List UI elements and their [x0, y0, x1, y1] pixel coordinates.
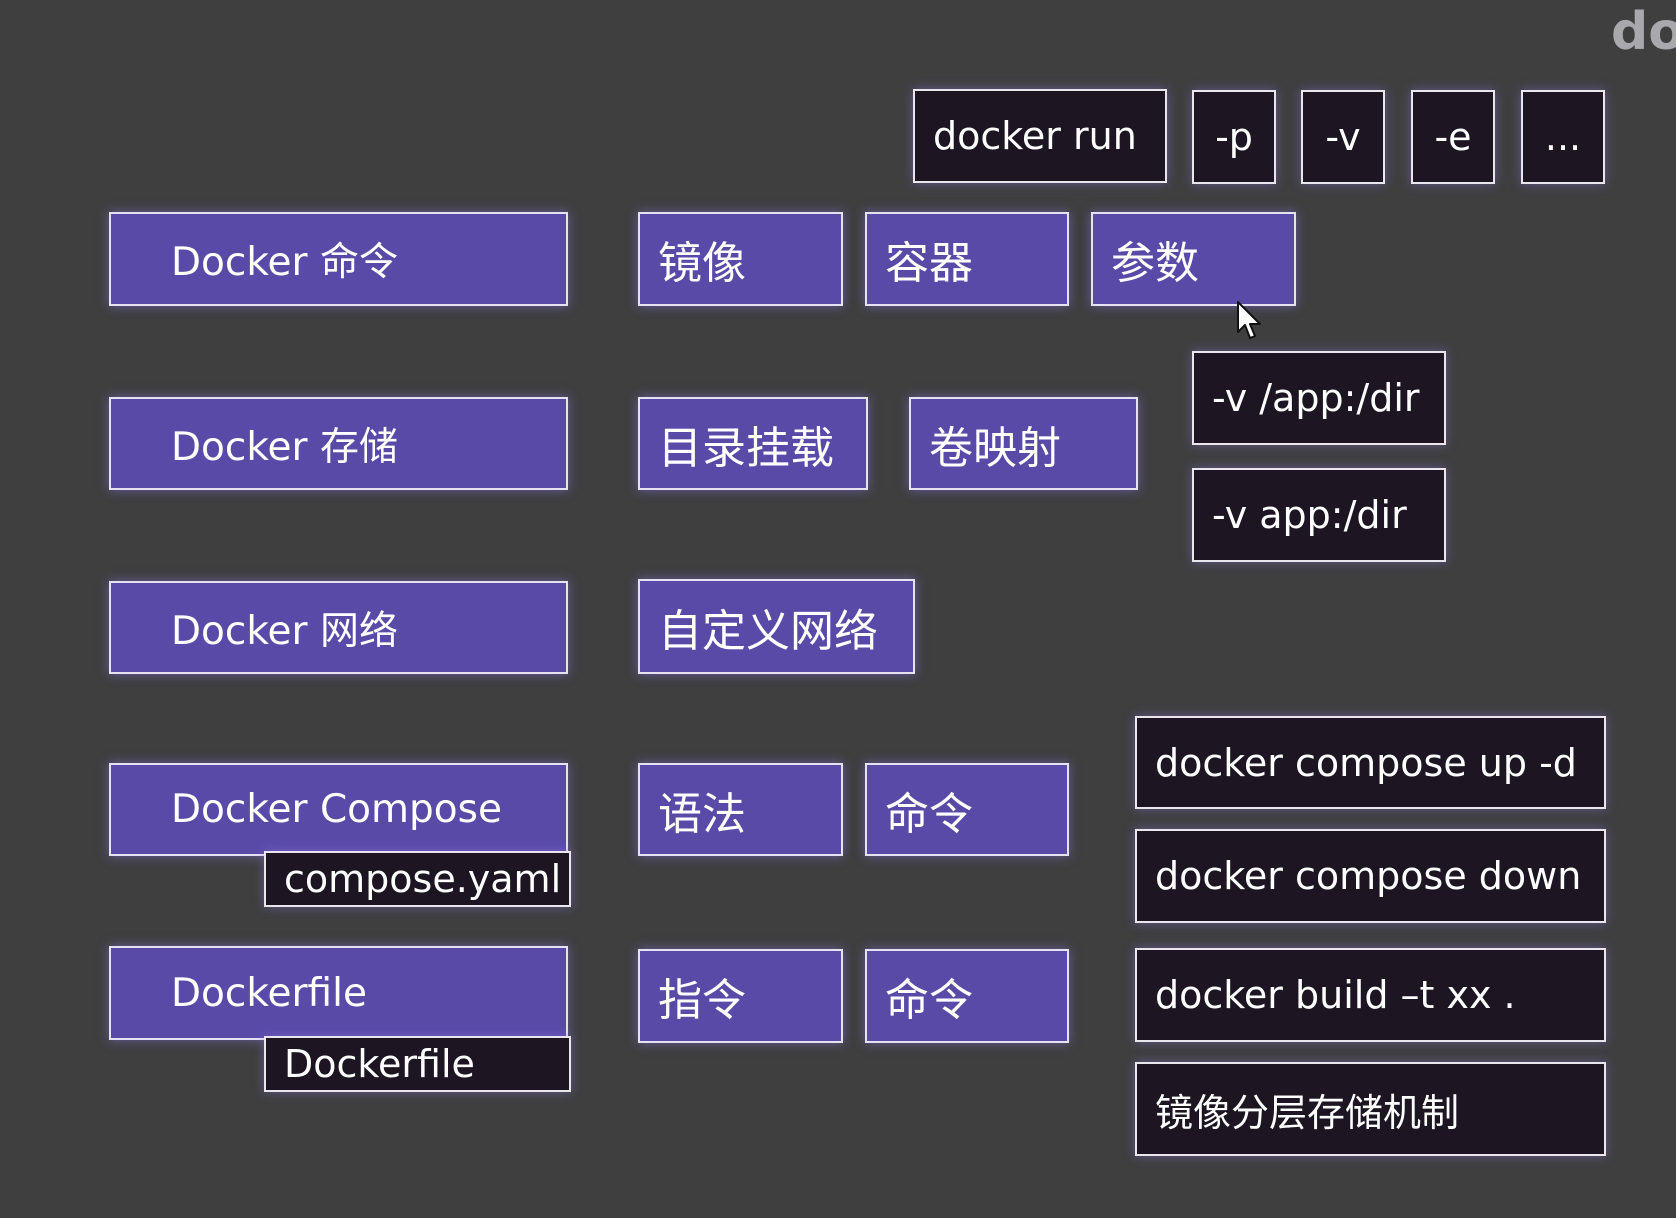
flag-v-box: -v: [1301, 90, 1385, 184]
subtopic-dockerfile-commands: 命令: [865, 949, 1069, 1043]
flag-e-box: -e: [1411, 90, 1495, 184]
category-docker-commands: Docker 命令: [109, 212, 568, 306]
category-docker-storage: Docker 存储: [109, 397, 568, 490]
layered-storage-box: 镜像分层存储机制: [1135, 1062, 1606, 1156]
flag-p-box: -p: [1192, 90, 1276, 184]
diagram-canvas: do docker run -p -v -e ... Docker 命令 镜像 …: [0, 0, 1676, 1218]
subtopic-containers: 容器: [865, 212, 1069, 306]
subtopic-images: 镜像: [638, 212, 843, 306]
build-command-box: docker build –t xx .: [1135, 948, 1606, 1042]
compose-command-down: docker compose down: [1135, 829, 1606, 923]
volume-example-bind: -v /app:/dir: [1192, 351, 1446, 445]
file-tag-dockerfile: Dockerfile: [264, 1036, 571, 1092]
subtopic-parameters: 参数: [1091, 212, 1296, 306]
category-dockerfile: Dockerfile: [109, 946, 568, 1040]
docker-run-box: docker run: [913, 89, 1167, 183]
subtopic-volume-mapping: 卷映射: [909, 397, 1138, 490]
file-tag-compose-yaml: compose.yaml: [264, 851, 571, 907]
category-docker-network: Docker 网络: [109, 581, 568, 674]
subtopic-compose-syntax: 语法: [638, 763, 843, 856]
volume-example-named: -v app:/dir: [1192, 468, 1446, 562]
subtopic-instructions: 指令: [638, 949, 843, 1043]
subtopic-bind-mount: 目录挂载: [638, 397, 868, 490]
flag-more-box: ...: [1521, 90, 1605, 184]
subtopic-custom-network: 自定义网络: [638, 579, 915, 674]
category-docker-compose: Docker Compose: [109, 763, 568, 856]
compose-command-up: docker compose up -d: [1135, 716, 1606, 809]
subtopic-compose-commands: 命令: [865, 763, 1069, 856]
mouse-pointer-icon: [1237, 301, 1261, 339]
corner-text: do: [1611, 2, 1676, 62]
